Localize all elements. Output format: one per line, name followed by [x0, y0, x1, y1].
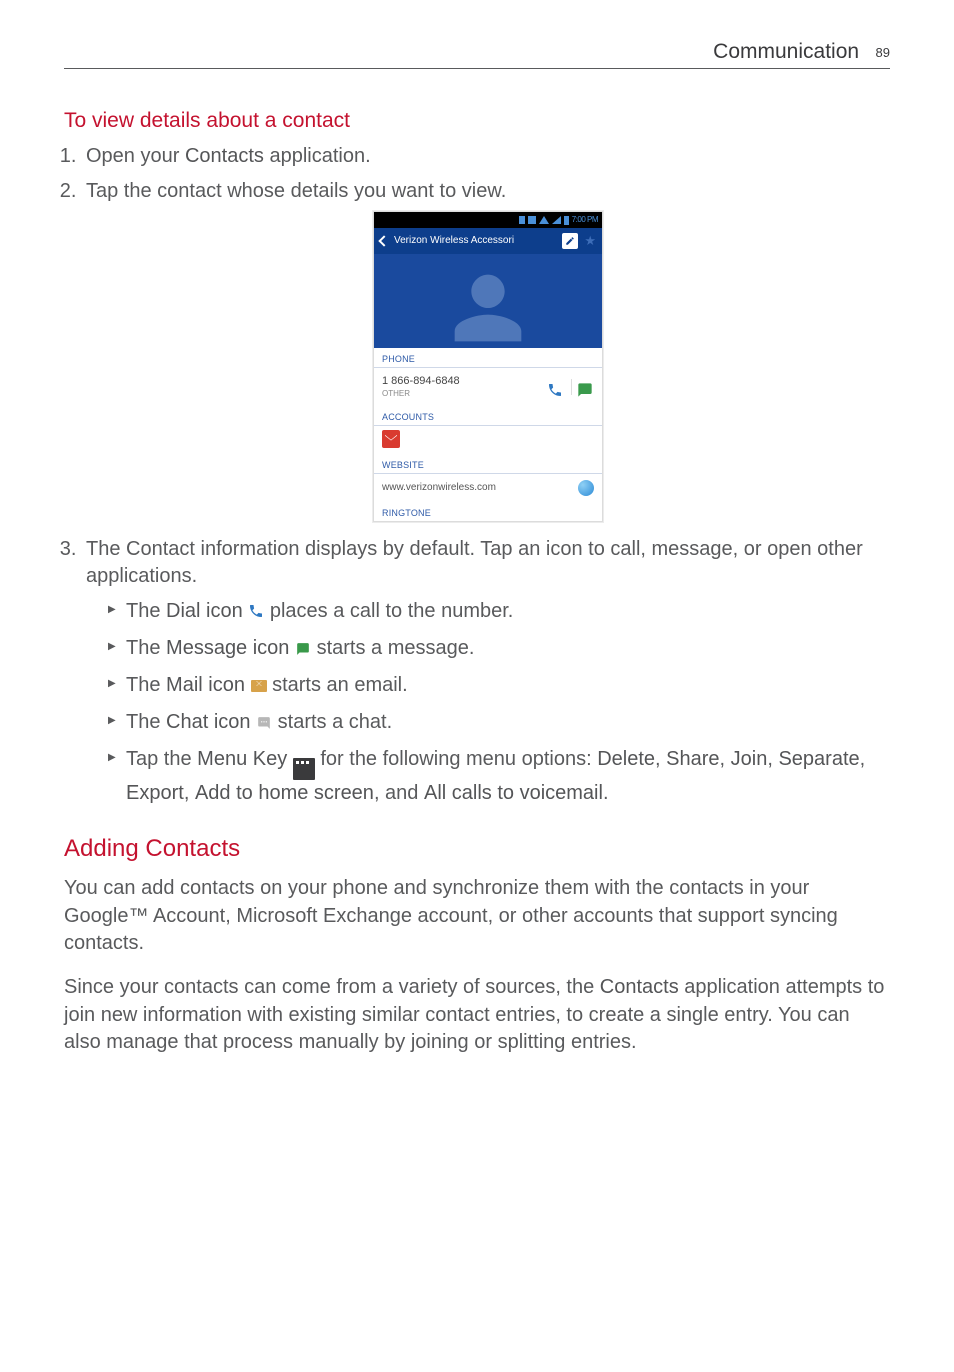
steps-list: Open your Contacts application. Tap the …: [64, 143, 890, 807]
signal-icon: [552, 216, 561, 224]
label-ringtone: RINGTONE: [374, 502, 602, 521]
label-phone: PHONE: [374, 348, 602, 368]
t: Chat icon: [166, 711, 251, 733]
step-1-bold: Contacts: [185, 145, 264, 167]
contact-name: Verizon Wireless Accessori: [394, 234, 556, 248]
t: Menu Key: [197, 748, 287, 770]
t: The: [126, 711, 166, 733]
pencil-icon: [565, 236, 575, 246]
subheading-view-details: To view details about a contact: [64, 109, 890, 133]
t: starts a chat.: [278, 711, 393, 733]
message-icon: [295, 637, 311, 653]
page-number: 89: [876, 45, 890, 60]
t: ,: [860, 748, 866, 770]
screenshot-container: 7:00 PM Verizon Wireless Accessori ★: [86, 211, 890, 522]
contact-photo: [374, 254, 602, 348]
divider: [571, 379, 572, 395]
favorite-star-icon[interactable]: ★: [584, 232, 596, 250]
t: Delete: [597, 748, 655, 770]
heading-adding-contacts: Adding Contacts: [64, 835, 890, 863]
step-1-text-b: application.: [264, 145, 371, 167]
accounts-row: [374, 426, 602, 454]
t: starts a message.: [317, 637, 475, 659]
paragraph-1: You can add contacts on your phone and s…: [64, 875, 890, 958]
t: ,: [767, 748, 778, 770]
edit-button[interactable]: [562, 233, 578, 249]
phone-row: 1 866-894-6848 OTHER: [374, 368, 602, 406]
t: The: [126, 600, 166, 622]
t: Tap the: [126, 748, 197, 770]
chat-icon: [256, 711, 272, 727]
t: All calls to voicemail: [424, 782, 603, 804]
contact-detail-screenshot: 7:00 PM Verizon Wireless Accessori ★: [373, 211, 603, 522]
t: for the following menu options:: [320, 748, 597, 770]
step-2: Tap the contact whose details you want t…: [82, 178, 890, 522]
wifi-icon: [539, 216, 549, 224]
bullet-dial: The Dial icon places a call to the numbe…: [108, 598, 890, 625]
t: ,: [720, 748, 731, 770]
t: Separate: [778, 748, 859, 770]
t: Message icon: [166, 637, 289, 659]
bullet-menu: Tap the Menu Key for the following menu …: [108, 746, 890, 807]
step-1: Open your Contacts application.: [82, 143, 890, 170]
t: Contacts: [600, 976, 679, 998]
step-2-text: Tap the contact whose details you want t…: [86, 180, 506, 202]
t: Mail icon: [166, 674, 245, 696]
t: ,: [655, 748, 666, 770]
label-accounts: ACCOUNTS: [374, 406, 602, 426]
status-time: 7:00 PM: [572, 215, 598, 226]
silhouette-icon: [441, 254, 535, 348]
t: Export: [126, 782, 184, 804]
label-website: WEBSITE: [374, 454, 602, 474]
step-3-text: The Contact information displays by defa…: [86, 538, 863, 587]
step-3: The Contact information displays by defa…: [82, 536, 890, 807]
dial-icon: [248, 600, 264, 616]
phone-type: OTHER: [382, 389, 547, 400]
message-icon[interactable]: [576, 379, 594, 395]
t: Join: [731, 748, 768, 770]
status-icon: [528, 216, 536, 224]
contact-title-bar: Verizon Wireless Accessori ★: [374, 228, 602, 254]
call-icon[interactable]: [547, 379, 563, 395]
status-icon: [519, 216, 525, 224]
page: Communication 89 To view details about a…: [0, 0, 954, 1133]
phone-info: 1 866-894-6848 OTHER: [382, 374, 547, 400]
bullet-chat: The Chat icon starts a chat.: [108, 709, 890, 736]
bullet-message: The Message icon starts a message.: [108, 635, 890, 662]
status-bar: 7:00 PM: [374, 212, 602, 228]
website-url: www.verizonwireless.com: [382, 481, 578, 495]
mail-icon: [251, 680, 267, 692]
t: , and: [374, 782, 424, 804]
sub-bullets: The Dial icon places a call to the numbe…: [86, 598, 890, 807]
battery-icon: [564, 216, 569, 225]
header-title: Communication: [713, 40, 859, 63]
t: ,: [184, 782, 195, 804]
bullet-mail: The Mail icon starts an email.: [108, 672, 890, 699]
step-1-text-a: Open your: [86, 145, 185, 167]
t: Since your contacts can come from a vari…: [64, 976, 600, 998]
t: starts an email.: [272, 674, 408, 696]
t: Share: [666, 748, 719, 770]
paragraph-2: Since your contacts can come from a vari…: [64, 974, 890, 1057]
globe-icon[interactable]: [578, 480, 594, 496]
menu-key-icon: [293, 758, 315, 780]
t: Add to home screen: [195, 782, 374, 804]
t: The: [126, 637, 166, 659]
gmail-icon[interactable]: [382, 430, 400, 448]
running-header: Communication 89: [64, 40, 890, 69]
t: places a call to the number.: [270, 600, 513, 622]
t: .: [603, 782, 609, 804]
t: The: [126, 674, 166, 696]
phone-number: 1 866-894-6848: [382, 374, 547, 389]
back-icon[interactable]: [378, 235, 389, 246]
t: Dial icon: [166, 600, 243, 622]
website-row: www.verizonwireless.com: [374, 474, 602, 502]
